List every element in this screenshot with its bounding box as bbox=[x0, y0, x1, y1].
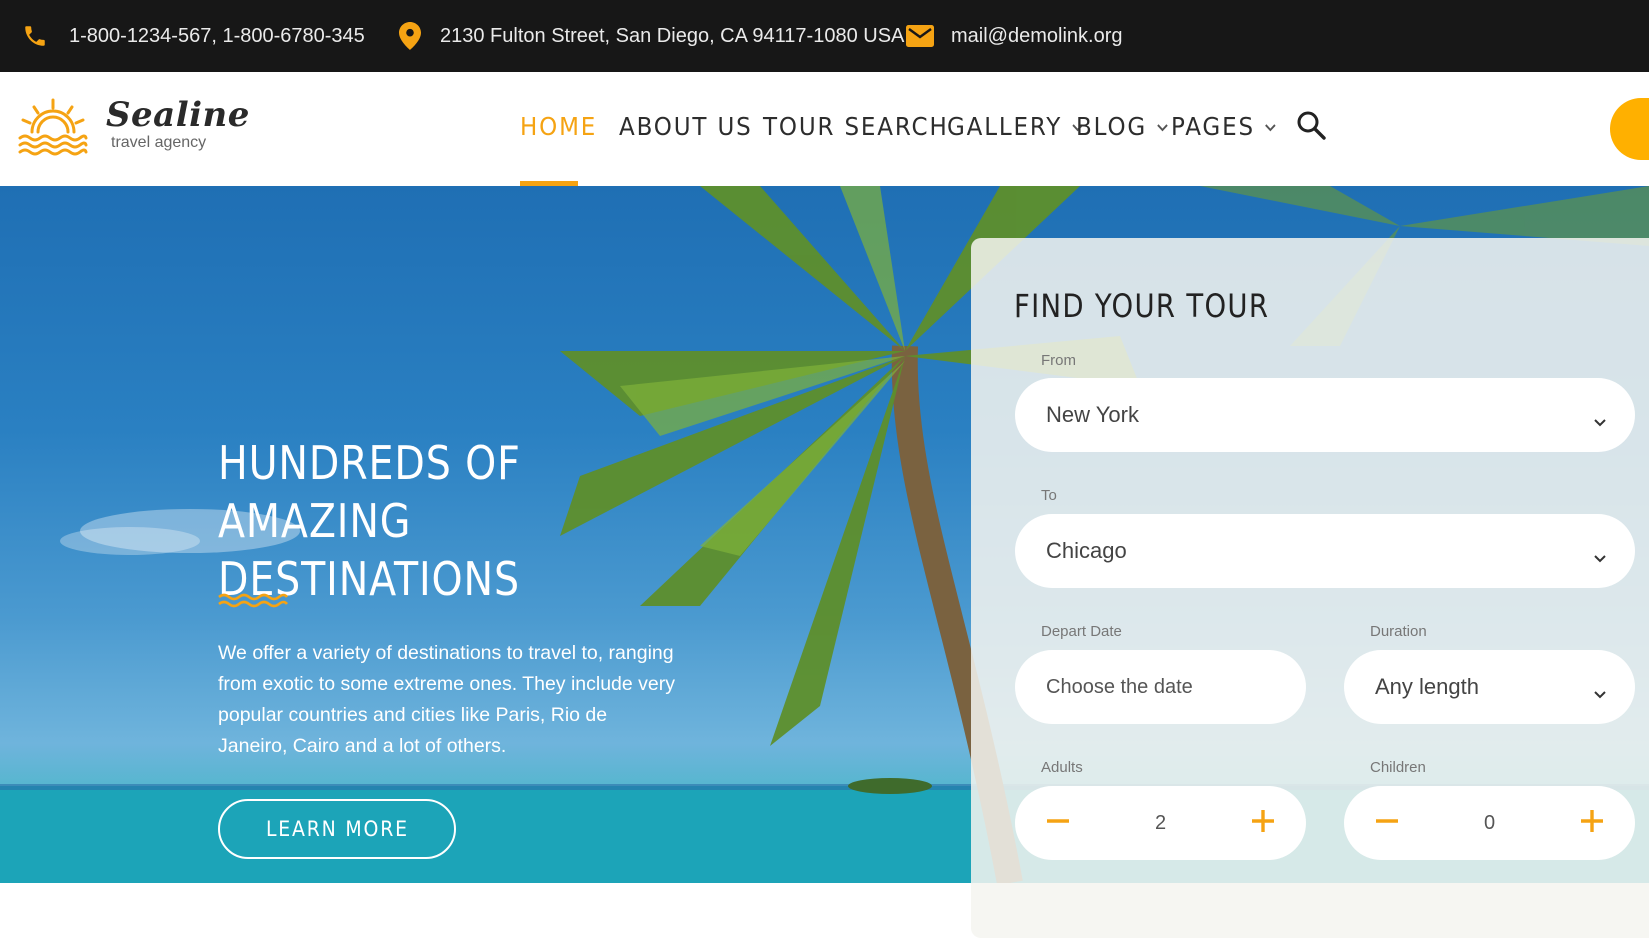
phone-icon bbox=[22, 23, 48, 49]
depart-date-placeholder: Choose the date bbox=[1046, 675, 1193, 698]
address-contact: 2130 Fulton Street, San Diego, CA 94117-… bbox=[399, 0, 904, 72]
adults-stepper[interactable]: 2 bbox=[1015, 786, 1306, 860]
chevron-down-icon bbox=[1156, 122, 1169, 132]
duration-value: Any length bbox=[1375, 674, 1479, 699]
duration-label: Duration bbox=[1370, 623, 1427, 640]
minus-icon bbox=[1047, 819, 1069, 823]
plus-icon bbox=[1581, 810, 1603, 832]
address-text: 2130 Fulton Street, San Diego, CA 94117-… bbox=[440, 24, 905, 47]
depart-date-input[interactable]: Choose the date bbox=[1015, 650, 1306, 724]
from-label: From bbox=[1041, 352, 1076, 369]
nav-home-label: HOME bbox=[520, 112, 598, 141]
chevron-down-icon bbox=[1593, 408, 1607, 434]
waves-divider-icon bbox=[218, 592, 289, 613]
nav-tour-search-label: TOUR SEARCH bbox=[763, 112, 949, 141]
chevron-down-icon bbox=[1264, 122, 1277, 132]
hero-title: HUNDREDS OF AMAZING DESTINATIONS bbox=[218, 434, 665, 608]
find-tour-title: FIND YOUR TOUR bbox=[1014, 287, 1270, 325]
to-label: To bbox=[1041, 487, 1057, 504]
nav-tour-search[interactable]: TOUR SEARCH bbox=[763, 112, 949, 141]
plus-icon bbox=[1252, 810, 1274, 832]
phone-numbers: 1-800-1234-567, 1-800-6780-345 bbox=[69, 24, 365, 47]
nav-blog[interactable]: BLOG bbox=[1076, 112, 1169, 141]
to-select[interactable]: Chicago bbox=[1015, 514, 1635, 588]
to-value: Chicago bbox=[1046, 538, 1127, 563]
email-contact[interactable]: mail@demolink.org bbox=[906, 0, 1122, 72]
children-increment-button[interactable] bbox=[1579, 808, 1605, 840]
nav-gallery-label: GALLERY bbox=[947, 112, 1063, 141]
map-pin-icon bbox=[399, 22, 421, 50]
from-select[interactable]: New York bbox=[1015, 378, 1635, 452]
chevron-down-icon bbox=[1593, 544, 1607, 570]
adults-value[interactable]: 2 bbox=[1155, 812, 1166, 835]
nav-about-us[interactable]: ABOUT US bbox=[619, 112, 753, 141]
duration-select[interactable]: Any length bbox=[1344, 650, 1635, 724]
site-header: Sealine travel agency HOME ABOUT US TOUR… bbox=[0, 72, 1649, 186]
email-link[interactable]: mail@demolink.org bbox=[951, 25, 1122, 48]
search-button[interactable] bbox=[1296, 110, 1326, 145]
from-value: New York bbox=[1046, 402, 1139, 427]
children-label: Children bbox=[1370, 759, 1426, 776]
learn-more-button[interactable]: LEARN MORE bbox=[218, 799, 456, 859]
phone-contact[interactable]: 1-800-1234-567, 1-800-6780-345 bbox=[22, 0, 365, 72]
children-stepper[interactable]: 0 bbox=[1344, 786, 1635, 860]
nav-home[interactable]: HOME bbox=[520, 112, 597, 141]
top-contact-bar: 1-800-1234-567, 1-800-6780-345 2130 Fult… bbox=[0, 0, 1649, 72]
nav-pages-label: PAGES bbox=[1171, 112, 1255, 141]
mail-icon bbox=[906, 25, 934, 47]
children-decrement-button[interactable] bbox=[1374, 808, 1400, 840]
main-nav: HOME ABOUT US TOUR SEARCH GALLERY BLOG P… bbox=[0, 72, 1649, 186]
chevron-down-icon bbox=[1593, 680, 1607, 706]
search-icon bbox=[1296, 111, 1326, 144]
adults-decrement-button[interactable] bbox=[1045, 808, 1071, 840]
nav-gallery[interactable]: GALLERY bbox=[947, 112, 1084, 141]
nav-blog-label: BLOG bbox=[1076, 112, 1148, 141]
minus-icon bbox=[1376, 819, 1398, 823]
nav-about-us-label: ABOUT US bbox=[619, 112, 753, 141]
learn-more-label: LEARN MORE bbox=[265, 817, 409, 841]
depart-date-label: Depart Date bbox=[1041, 623, 1122, 640]
nav-pages[interactable]: PAGES bbox=[1171, 112, 1277, 141]
adults-label: Adults bbox=[1041, 759, 1083, 776]
hero-title-line1: HUNDREDS OF AMAZING bbox=[218, 436, 521, 548]
adults-increment-button[interactable] bbox=[1250, 808, 1276, 840]
children-value[interactable]: 0 bbox=[1484, 812, 1495, 835]
hero-description: We offer a variety of destinations to tr… bbox=[218, 642, 676, 757]
